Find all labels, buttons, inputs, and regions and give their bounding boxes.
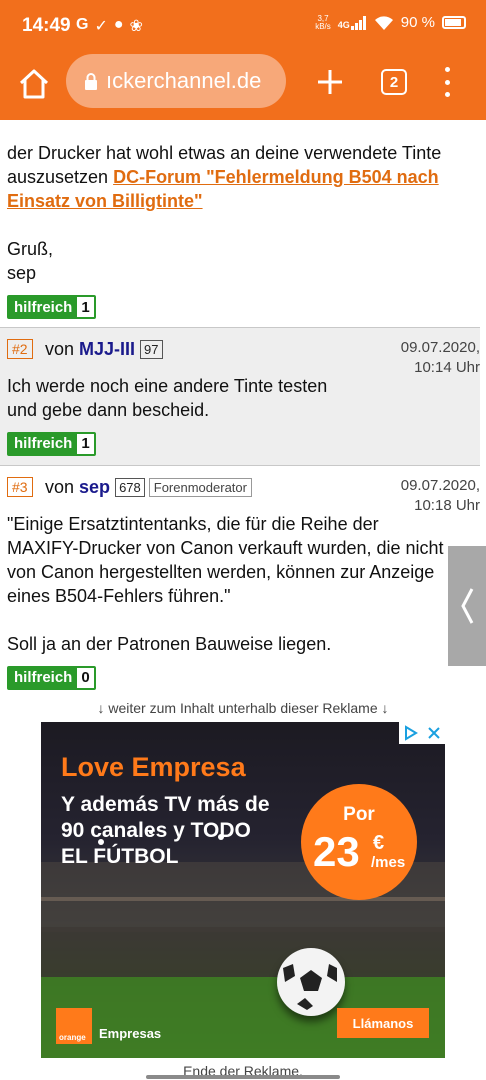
helpful-button[interactable]: hilfreich 1 xyxy=(7,432,96,456)
post-text: Soll ja an der Patronen Bauweise liegen. xyxy=(7,634,332,654)
system-status: 3,7 kB/s 4G 90 % xyxy=(315,14,466,31)
ad-notice-top: ↓ weiter zum Inhalt unterhalb dieser Rek… xyxy=(97,700,389,716)
post-author[interactable]: sep xyxy=(79,477,110,498)
google-icon: G xyxy=(76,16,89,33)
price-value: 23 xyxy=(313,828,360,875)
network-speed: 3,7 kB/s xyxy=(315,13,331,31)
battery-icon xyxy=(442,16,466,29)
chevron-left-icon xyxy=(461,588,474,624)
status-time: 14:49 xyxy=(22,15,71,36)
new-tab-icon[interactable] xyxy=(313,65,347,99)
greeting: Gruß, xyxy=(7,239,54,259)
post-body: Ich werde noch eine andere Tinte testen … xyxy=(7,374,472,456)
price-badge: Por 23 € /mes xyxy=(301,784,417,900)
post-1-tail: der Drucker hat wohl etwas an deine verw… xyxy=(7,141,477,319)
advertisement[interactable]: Love Empresa Y además TV más de 90 canal… xyxy=(41,722,445,1058)
post-2: #2 von MJJ-III 97 09.07.2020, 10:14 Uhr … xyxy=(0,327,480,465)
lock-icon xyxy=(85,72,97,90)
post-body: "Einige Ersatztintentanks, die für die R… xyxy=(7,512,452,690)
address-bar[interactable]: ıckerchannel.de xyxy=(66,54,286,108)
post-quote: "Einige Ersatztintentanks, die für die R… xyxy=(7,514,444,606)
status-bar: 14:49 G ✓ ● ❀ 3,7 kB/s 4G 90 % xyxy=(0,0,486,52)
close-icon[interactable] xyxy=(427,726,441,740)
signal-icon: 4G xyxy=(338,15,367,30)
helpful-count: 1 xyxy=(77,297,94,317)
post-author[interactable]: MJJ-III xyxy=(79,339,135,360)
url-text: ıckerchannel.de xyxy=(106,68,262,93)
download-done-icon: ✓ xyxy=(94,18,108,35)
helpful-count: 1 xyxy=(77,434,94,454)
ad-brand: Empresas xyxy=(99,1026,162,1041)
football-image xyxy=(277,948,345,1016)
post-number[interactable]: #3 xyxy=(7,477,33,497)
signature: sep xyxy=(7,263,37,283)
helpful-button[interactable]: hilfreich 0 xyxy=(7,666,96,690)
helpful-button[interactable]: hilfreich 1 xyxy=(7,295,96,319)
side-panel-handle[interactable] xyxy=(448,546,486,666)
orange-logo: orange xyxy=(56,1008,92,1044)
post-3: #3 von sep 678 Forenmoderator 09.07.2020,… xyxy=(0,465,480,697)
fan-icon: ❀ xyxy=(129,18,143,35)
ad-cta-button[interactable]: Llámanos xyxy=(337,1008,429,1038)
tab-switcher-button[interactable]: 2 xyxy=(381,69,407,95)
chat-icon: ● xyxy=(113,16,124,33)
play-icon xyxy=(405,725,418,741)
post-count-badge: 678 xyxy=(115,478,145,497)
role-badge: Forenmoderator xyxy=(148,478,252,497)
home-icon[interactable] xyxy=(16,66,52,102)
ad-subtitle: Y además TV más de 90 canales y TODO EL … xyxy=(61,793,270,868)
overflow-menu-icon[interactable] xyxy=(440,67,454,97)
helpful-count: 0 xyxy=(77,668,94,688)
post-number[interactable]: #2 xyxy=(7,339,33,359)
battery-percent: 90 % xyxy=(400,14,435,31)
post-date: 09.07.2020, 10:14 Uhr xyxy=(400,339,480,376)
wifi-icon xyxy=(374,15,393,30)
notification-icons: G ✓ ● ❀ xyxy=(76,16,143,36)
gesture-bar[interactable] xyxy=(146,1075,340,1079)
ad-title: Love Empresa xyxy=(61,752,246,782)
adchoices-icon[interactable] xyxy=(399,722,445,744)
post-date: 09.07.2020, 10:18 Uhr xyxy=(400,477,480,514)
browser-toolbar: ıckerchannel.de 2 xyxy=(0,52,486,120)
post-count-badge: 97 xyxy=(140,340,163,359)
